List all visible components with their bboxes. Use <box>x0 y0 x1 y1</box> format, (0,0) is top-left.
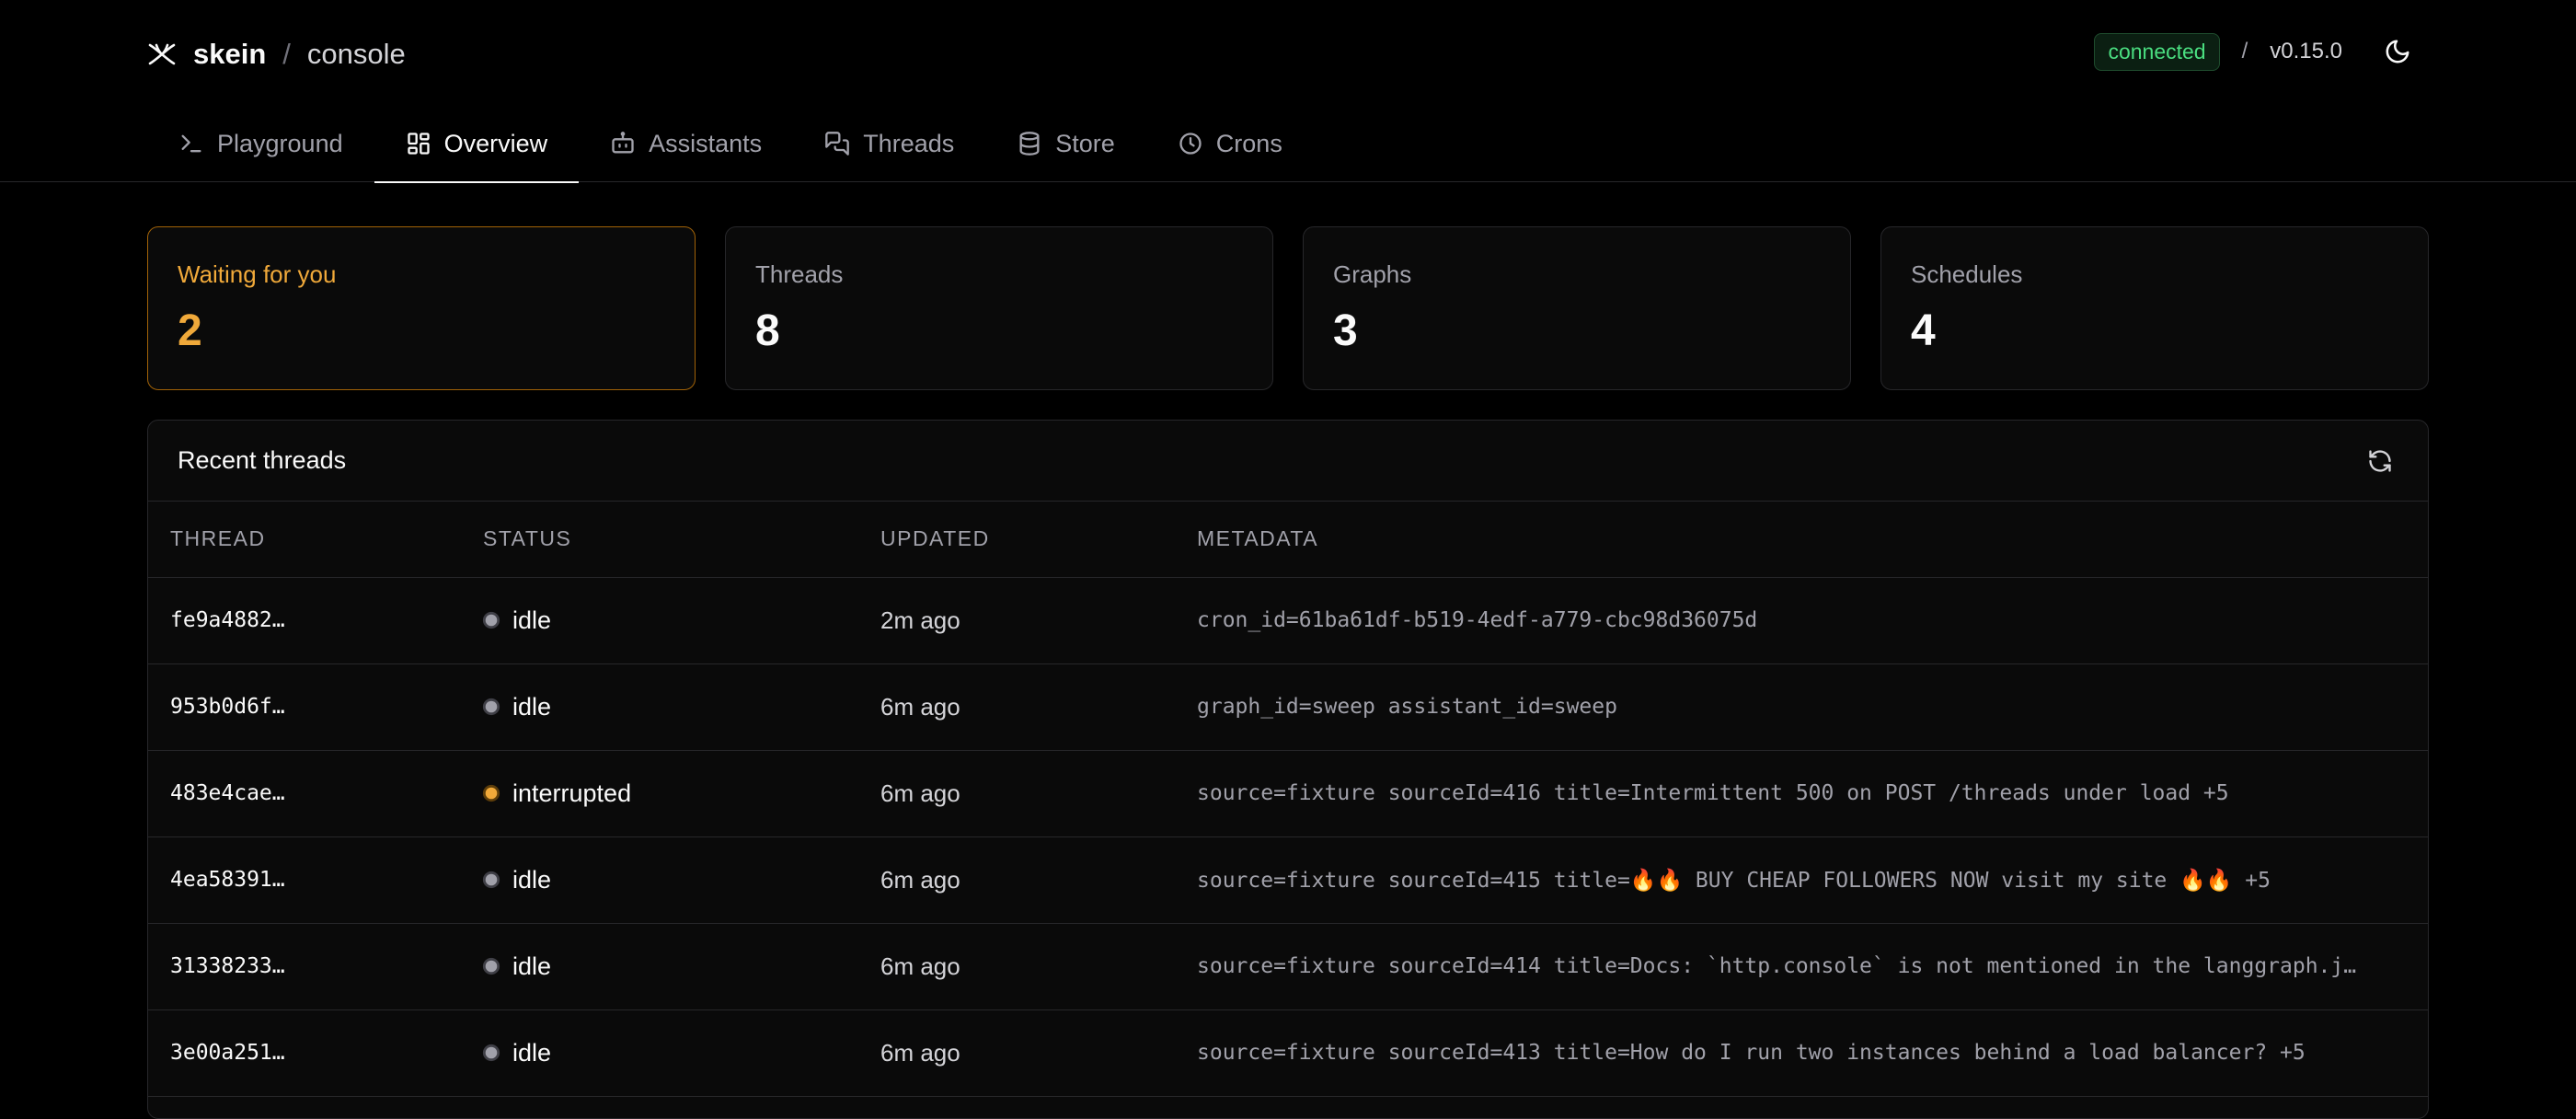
column-header-status[interactable]: STATUS <box>483 502 880 578</box>
updated-time: 6m ago <box>880 663 1197 751</box>
table-row[interactable]: 953b0d6f… idle 6m ago graph_id=sweep ass… <box>148 663 2428 751</box>
table-row[interactable]: fe9a4882… idle 2m ago cron_id=61ba61df-b… <box>148 577 2428 664</box>
tab-crons[interactable]: Crons <box>1146 105 1314 182</box>
stat-card-threads[interactable]: Threads 8 <box>725 226 1273 390</box>
tab-overview[interactable]: Overview <box>374 105 580 183</box>
status-dot-interrupted <box>485 787 498 800</box>
status-label: idle <box>512 1038 552 1067</box>
tab-label: Assistants <box>649 129 763 157</box>
thread-id: 31338233… <box>148 923 483 1010</box>
thread-id: fe9a4882… <box>148 577 483 664</box>
tab-store[interactable]: Store <box>985 105 1146 182</box>
table-row[interactable]: 3e00a251… idle 6m ago source=fixture sou… <box>148 1009 2428 1097</box>
metadata: source=fixture sourceId=414 title=Docs: … <box>1197 923 2428 1010</box>
status-dot-idle <box>485 873 498 886</box>
status-label: interrupted <box>512 779 632 807</box>
status-cell: interrupted <box>483 750 880 837</box>
status-area: connected / v0.15.0 <box>2094 31 2414 72</box>
threads-table: THREAD STATUS UPDATED METADATA fe9a4882…… <box>148 502 2428 1097</box>
status-cell: idle <box>483 577 880 664</box>
stat-label: Threads <box>755 260 844 288</box>
tab-assistants[interactable]: Assistants <box>579 105 793 182</box>
status-dot-idle <box>485 700 498 713</box>
refresh-button[interactable] <box>2362 443 2398 479</box>
top-header: skein / console connected / v0.15.0 Play… <box>0 0 2576 183</box>
table-row[interactable]: 31338233… idle 6m ago source=fixture sou… <box>148 923 2428 1010</box>
updated-time: 6m ago <box>880 1009 1197 1097</box>
main-tabs: Playground Overview Assistants Threads S… <box>147 105 1314 183</box>
status-cell: idle <box>483 836 880 924</box>
stat-value: 8 <box>755 306 780 355</box>
stat-label: Waiting for you <box>178 260 337 288</box>
updated-time: 6m ago <box>880 750 1197 837</box>
status-separator: / <box>2241 39 2248 63</box>
brand-separator: / <box>282 38 291 70</box>
status-dot-idle <box>485 614 498 627</box>
database-icon <box>1019 132 1040 156</box>
metadata: source=fixture sourceId=416 title=Interm… <box>1197 750 2428 837</box>
column-header-thread[interactable]: THREAD <box>148 502 483 578</box>
status-dot-idle <box>485 960 498 973</box>
bot-icon <box>612 132 634 154</box>
app-name: skein <box>193 38 267 70</box>
status-label: idle <box>512 692 552 721</box>
status-label: idle <box>512 606 552 634</box>
tab-playground[interactable]: Playground <box>147 105 374 182</box>
column-header-metadata[interactable]: METADATA <box>1197 502 2428 578</box>
status-dot-idle <box>485 1046 498 1059</box>
stat-value: 2 <box>178 306 202 355</box>
updated-time: 2m ago <box>880 577 1197 664</box>
messages-icon <box>825 132 850 156</box>
tab-label: Store <box>1055 129 1115 157</box>
brand[interactable]: skein / console <box>147 31 406 77</box>
table-row[interactable]: 483e4cae… interrupted 6m ago source=fixt… <box>148 750 2428 837</box>
thread-id: 953b0d6f… <box>148 663 483 751</box>
metadata: graph_id=sweep assistant_id=sweep <box>1197 663 2428 751</box>
column-header-updated[interactable]: UPDATED <box>880 502 1197 578</box>
moon-icon <box>2386 40 2409 63</box>
stat-card-graphs[interactable]: Graphs 3 <box>1303 226 1851 390</box>
updated-time: 6m ago <box>880 836 1197 924</box>
panel-header: Recent threads <box>148 421 2428 502</box>
connection-status-badge: connected <box>2094 32 2220 71</box>
recent-threads-panel: Recent threads THREAD STATUS UPDATED MET… <box>147 420 2429 1119</box>
stat-value: 3 <box>1333 306 1358 355</box>
tab-label: Threads <box>863 129 955 157</box>
tab-label: Crons <box>1215 129 1282 157</box>
panel-title: Recent threads <box>178 446 347 474</box>
tab-label: Overview <box>443 129 548 157</box>
stat-label: Schedules <box>1911 260 2023 288</box>
theme-toggle-button[interactable] <box>2381 35 2414 68</box>
dashboard-icon <box>407 133 430 155</box>
stat-value: 4 <box>1911 306 1936 355</box>
status-label: idle <box>512 952 552 980</box>
stat-label: Graphs <box>1333 260 1412 288</box>
thread-id: 3e00a251… <box>148 1009 483 1097</box>
metadata: source=fixture sourceId=415 title=🔥🔥 BUY… <box>1197 836 2428 924</box>
metadata: cron_id=61ba61df-b519-4edf-a779-cbc98d36… <box>1197 577 2428 664</box>
table-header-row: THREAD STATUS UPDATED METADATA <box>148 502 2428 578</box>
thread-id: 4ea58391… <box>148 836 483 924</box>
tab-label: Playground <box>217 129 343 157</box>
thread-id: 483e4cae… <box>148 750 483 837</box>
metadata: source=fixture sourceId=413 title=How do… <box>1197 1009 2428 1097</box>
updated-time: 6m ago <box>880 923 1197 1010</box>
app-section: console <box>306 38 406 70</box>
status-cell: idle <box>483 1009 880 1097</box>
stat-card-waiting[interactable]: Waiting for you 2 <box>147 226 696 390</box>
version-label: v0.15.0 <box>2270 39 2342 63</box>
clock-icon <box>1179 133 1202 155</box>
stat-card-schedules[interactable]: Schedules 4 <box>1880 226 2429 390</box>
refresh-icon <box>2369 449 2391 472</box>
status-cell: idle <box>483 663 880 751</box>
status-cell: idle <box>483 923 880 1010</box>
terminal-icon <box>181 134 201 153</box>
status-label: idle <box>512 865 552 894</box>
tab-threads[interactable]: Threads <box>793 105 985 182</box>
table-row[interactable]: 4ea58391… idle 6m ago source=fixture sou… <box>148 836 2428 924</box>
skein-logo-icon <box>148 43 176 65</box>
stats-row: Waiting for you 2 Threads 8 Graphs 3 Sch… <box>147 226 2429 390</box>
